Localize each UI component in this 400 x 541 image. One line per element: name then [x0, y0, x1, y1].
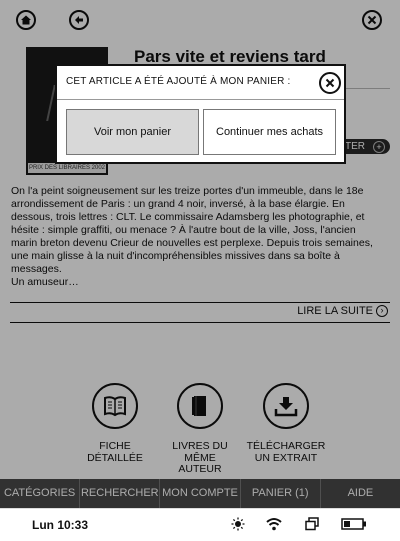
- dialog-close-button[interactable]: [319, 72, 341, 94]
- wifi-icon[interactable]: [266, 517, 282, 531]
- continue-shopping-button[interactable]: Continuer mes achats: [203, 109, 336, 155]
- battery-icon[interactable]: [341, 518, 367, 530]
- store-screen: PRIX DES LIBRAIRES 2002 Pars vite et rev…: [0, 0, 400, 508]
- system-status-bar: Lun 10:33: [0, 508, 400, 541]
- windows-icon[interactable]: [305, 517, 319, 531]
- dialog-divider: [57, 99, 344, 100]
- added-to-cart-dialog: CET ARTICLE A ÉTÉ AJOUTÉ À MON PANIER : …: [55, 64, 346, 164]
- close-icon: [325, 78, 335, 88]
- view-cart-button[interactable]: Voir mon panier: [66, 109, 199, 155]
- clock: Lun 10:33: [32, 518, 89, 532]
- dialog-header: CET ARTICLE A ÉTÉ AJOUTÉ À MON PANIER :: [66, 76, 291, 87]
- brightness-icon[interactable]: [231, 517, 245, 531]
